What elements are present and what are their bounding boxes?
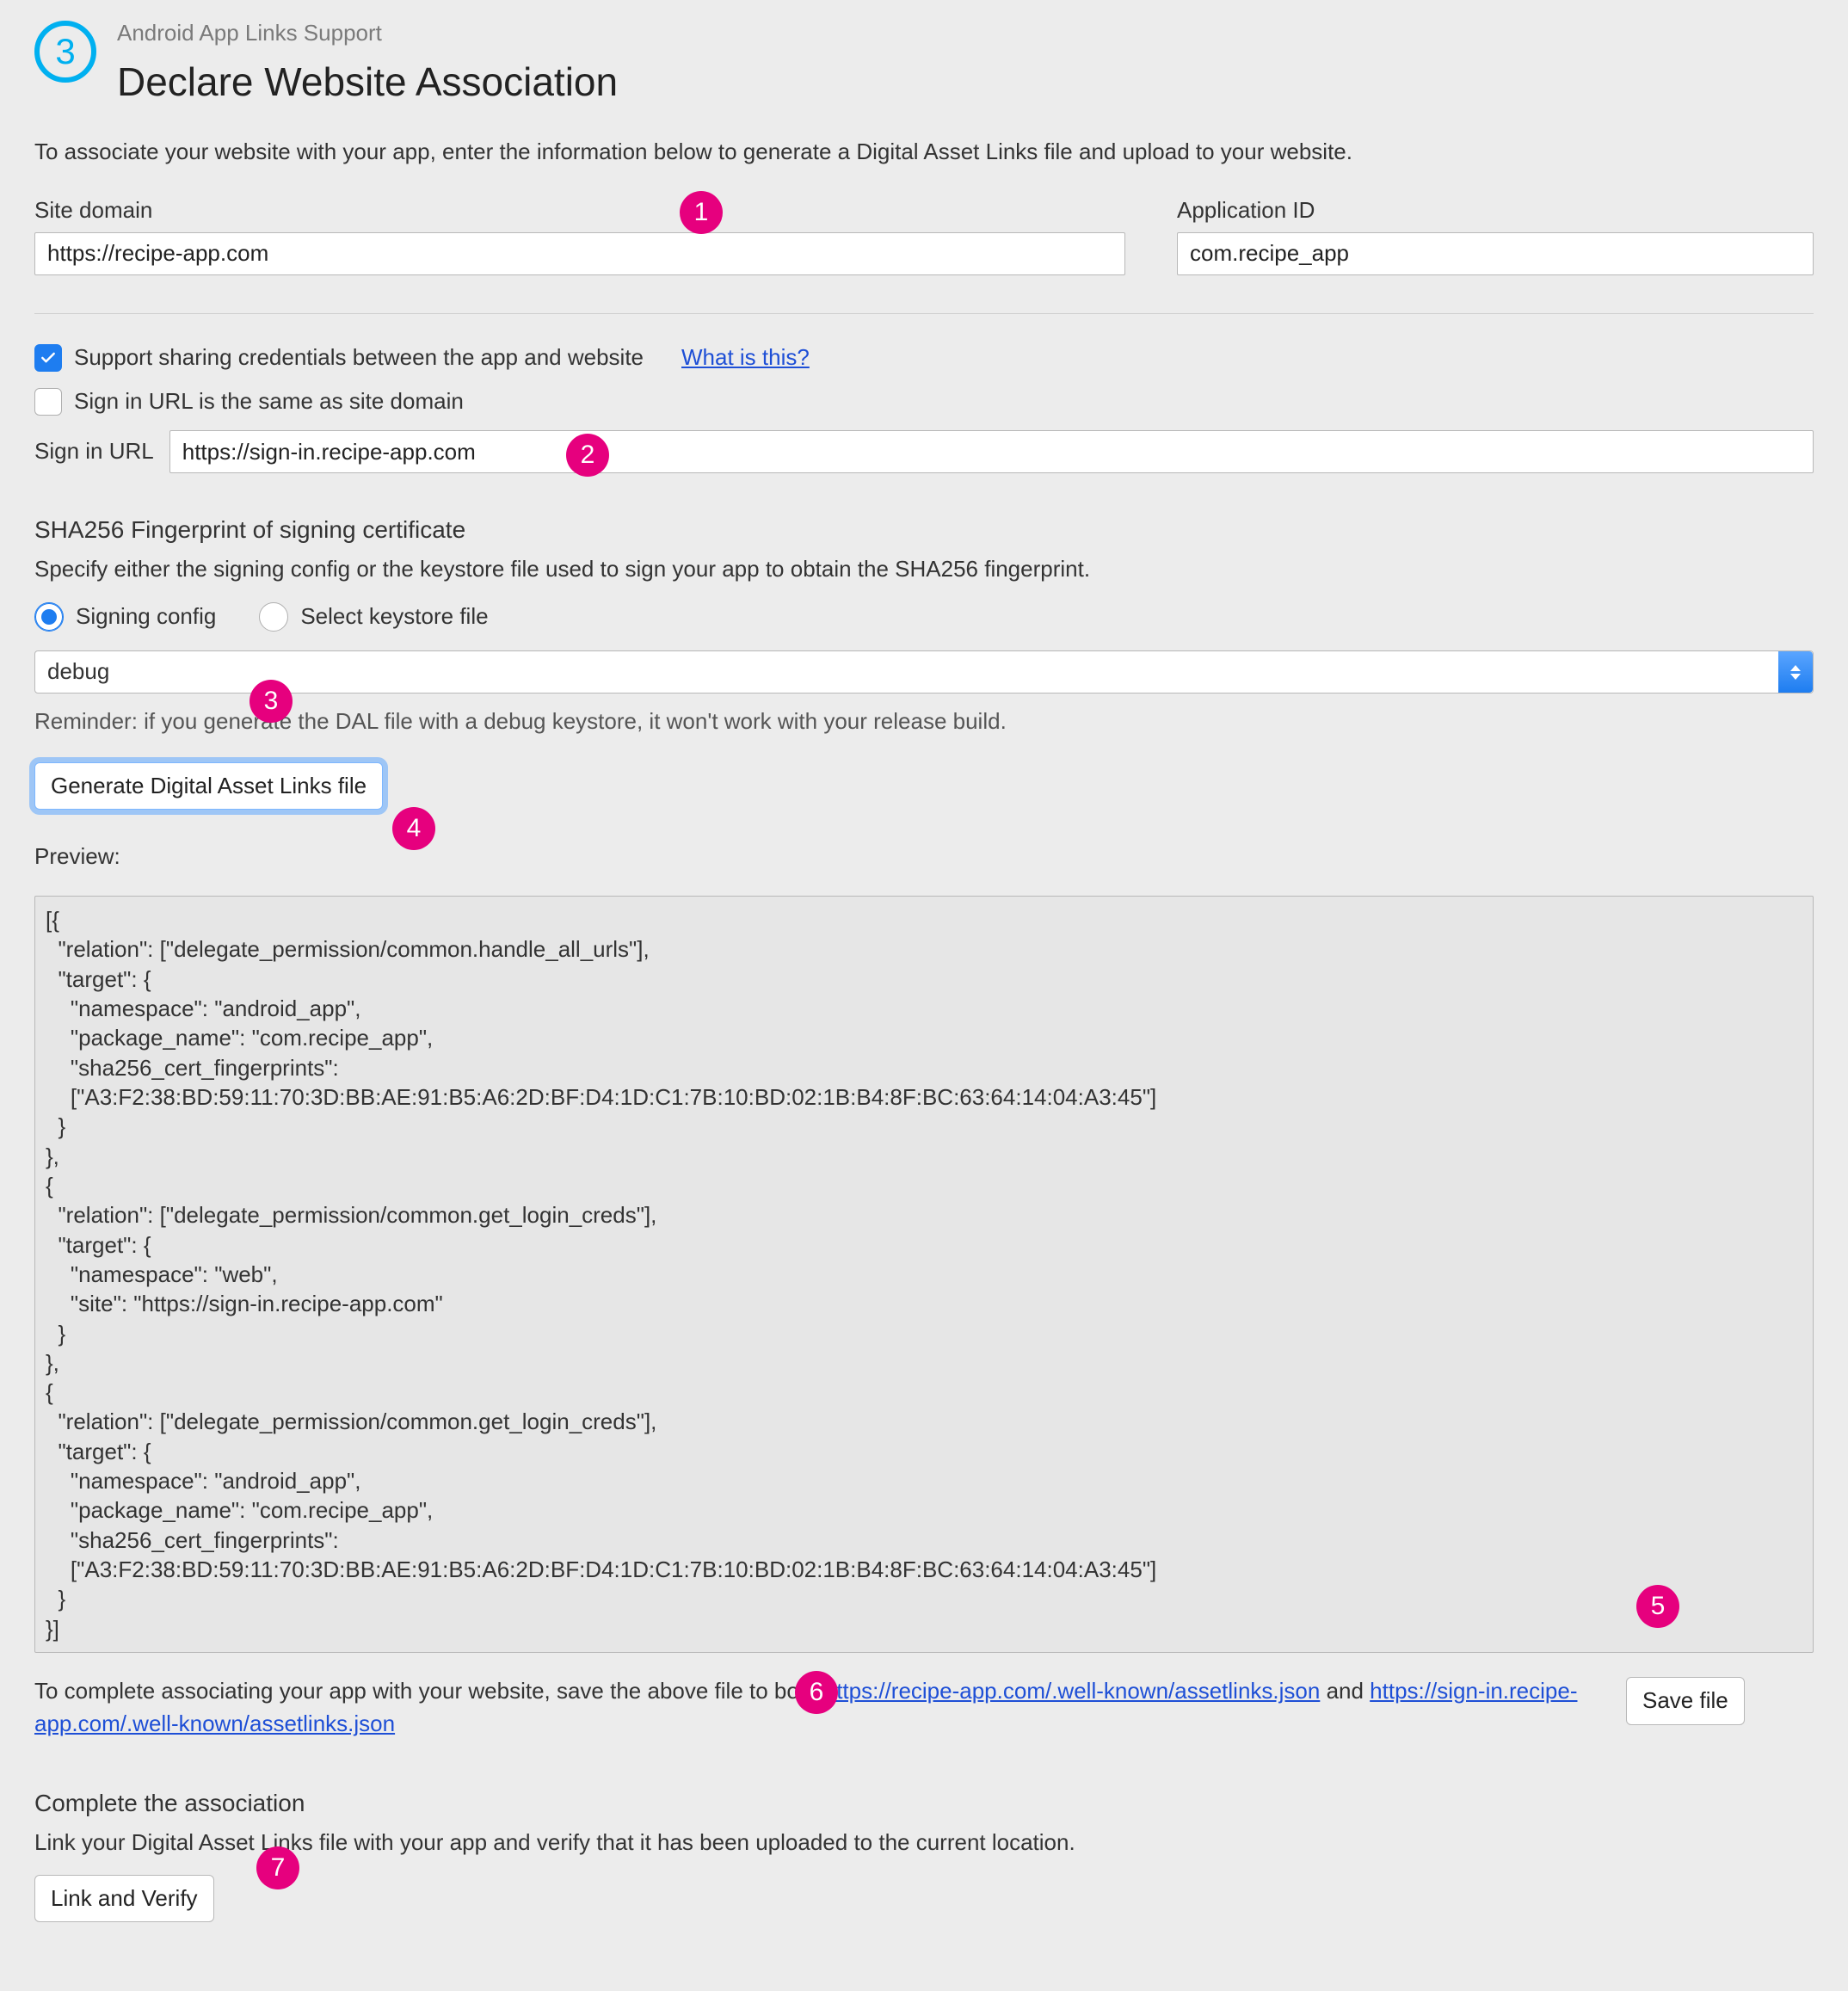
select-stepper-icon: [1778, 651, 1813, 693]
same-as-domain-checkbox[interactable]: [34, 388, 62, 416]
radio-select-keystore[interactable]: Select keystore file: [259, 601, 488, 633]
assetlinks-url-1[interactable]: https://recipe-app.com/.well-known/asset…: [824, 1678, 1321, 1704]
sha-section-subtitle: Specify either the signing config or the…: [34, 553, 1814, 586]
signing-config-select[interactable]: debug: [34, 650, 1814, 693]
same-as-domain-label: Sign in URL is the same as site domain: [74, 385, 464, 418]
save-instructions: To complete associating your app with yo…: [34, 1675, 1600, 1740]
support-sharing-label: Support sharing credentials between the …: [74, 342, 644, 374]
signing-config-select-value: debug: [47, 656, 1778, 688]
generate-dal-button[interactable]: Generate Digital Asset Links file: [34, 762, 383, 811]
support-sharing-checkbox[interactable]: [34, 344, 62, 372]
site-domain-label: Site domain: [34, 194, 1125, 227]
header: 3 Android App Links Support Declare Webs…: [34, 17, 1814, 110]
save-instructions-mid: and: [1320, 1678, 1370, 1704]
sign-in-url-input[interactable]: [169, 430, 1814, 473]
complete-text: Link your Digital Asset Links file with …: [34, 1827, 1814, 1859]
sign-in-url-label: Sign in URL: [34, 435, 154, 468]
save-file-button[interactable]: Save file: [1626, 1677, 1745, 1725]
site-domain-input[interactable]: [34, 232, 1125, 275]
sha-section-title: SHA256 Fingerprint of signing certificat…: [34, 513, 1814, 548]
application-id-label: Application ID: [1177, 194, 1814, 227]
divider: [34, 313, 1814, 314]
application-id-input[interactable]: [1177, 232, 1814, 275]
radio-signing-config[interactable]: Signing config: [34, 601, 216, 633]
page-title: Declare Website Association: [117, 53, 618, 111]
step-number-icon: 3: [34, 21, 96, 83]
checkmark-icon: [40, 349, 57, 367]
intro-text: To associate your website with your app,…: [34, 136, 1814, 169]
radio-select-keystore-label: Select keystore file: [300, 601, 488, 633]
radio-signing-config-label: Signing config: [76, 601, 216, 633]
what-is-this-link[interactable]: What is this?: [681, 342, 810, 374]
complete-title: Complete the association: [34, 1786, 1814, 1821]
keystore-reminder: Reminder: if you generate the DAL file w…: [34, 706, 1814, 738]
link-and-verify-button[interactable]: Link and Verify: [34, 1875, 214, 1923]
save-instructions-prefix: To complete associating your app with yo…: [34, 1678, 824, 1704]
eyebrow: Android App Links Support: [117, 17, 618, 50]
preview-textarea[interactable]: [{ "relation": ["delegate_permission/com…: [34, 896, 1814, 1653]
preview-label: Preview:: [34, 841, 1814, 873]
